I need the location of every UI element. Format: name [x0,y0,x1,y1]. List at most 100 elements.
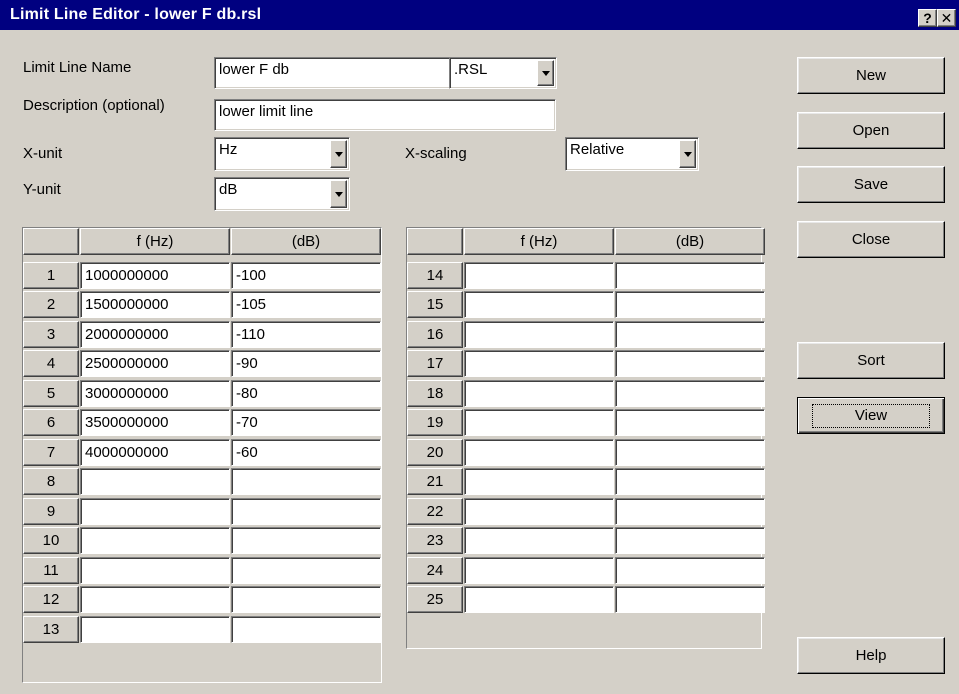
x-unit-select[interactable]: Hz [214,137,350,171]
close-icon[interactable]: ✕ [937,9,956,27]
frequency-cell[interactable] [464,557,614,584]
y-unit-select[interactable]: dB [214,177,350,211]
row-number[interactable]: 21 [407,468,463,495]
chevron-down-icon[interactable] [679,140,696,168]
db-cell[interactable] [615,262,765,289]
db-cell[interactable] [615,586,765,613]
frequency-cell[interactable] [464,321,614,348]
help-icon[interactable]: ? [918,9,937,27]
frequency-cell[interactable] [464,262,614,289]
frequency-cell[interactable]: 4000000000 [80,439,230,466]
frequency-cell[interactable] [464,527,614,554]
db-cell[interactable]: -70 [231,409,381,436]
chevron-down-icon[interactable] [330,180,347,208]
row-number[interactable]: 3 [23,321,79,348]
db-cell[interactable] [615,291,765,318]
frequency-cell[interactable] [80,557,230,584]
row-number[interactable]: 19 [407,409,463,436]
frequency-cell[interactable]: 1000000000 [80,262,230,289]
header-corner [23,228,79,255]
file-extension-select[interactable]: .RSL [449,57,557,89]
db-cell[interactable] [615,350,765,377]
sort-button[interactable]: Sort [797,342,945,379]
db-cell[interactable] [615,321,765,348]
db-cell[interactable] [231,468,381,495]
frequency-cell[interactable]: 2000000000 [80,321,230,348]
frequency-cell[interactable] [464,586,614,613]
frequency-cell[interactable] [464,468,614,495]
db-cell[interactable] [615,380,765,407]
title-bar[interactable]: Limit Line Editor - lower F db.rsl ? ✕ [0,0,959,30]
row-number[interactable]: 10 [23,527,79,554]
row-number[interactable]: 6 [23,409,79,436]
y-unit-label: Y-unit [23,181,61,198]
row-number[interactable]: 16 [407,321,463,348]
chevron-down-icon[interactable] [537,60,554,86]
db-cell[interactable] [615,527,765,554]
open-button[interactable]: Open [797,112,945,149]
limit-line-name-input[interactable]: lower F db [214,57,462,89]
frequency-cell[interactable] [80,468,230,495]
db-cell[interactable]: -110 [231,321,381,348]
db-cell[interactable] [231,498,381,525]
frequency-cell[interactable] [464,291,614,318]
db-cell[interactable] [615,498,765,525]
db-cell[interactable]: -90 [231,350,381,377]
view-button-label: View [811,404,931,428]
row-number[interactable]: 9 [23,498,79,525]
frequency-cell[interactable] [464,350,614,377]
row-number[interactable]: 1 [23,262,79,289]
row-number[interactable]: 23 [407,527,463,554]
frequency-cell[interactable]: 3000000000 [80,380,230,407]
frequency-cell[interactable] [80,586,230,613]
frequency-cell[interactable] [464,409,614,436]
row-number[interactable]: 13 [23,616,79,643]
frequency-cell[interactable] [464,439,614,466]
db-cell[interactable] [615,557,765,584]
row-number[interactable]: 17 [407,350,463,377]
db-cell[interactable] [231,557,381,584]
db-cell[interactable] [231,527,381,554]
row-number[interactable]: 12 [23,586,79,613]
row-number[interactable]: 15 [407,291,463,318]
row-number[interactable]: 25 [407,586,463,613]
row-number[interactable]: 24 [407,557,463,584]
db-cell[interactable]: -60 [231,439,381,466]
row-number[interactable]: 7 [23,439,79,466]
row-number[interactable]: 8 [23,468,79,495]
frequency-cell[interactable]: 3500000000 [80,409,230,436]
description-input[interactable]: lower limit line [214,99,556,131]
chevron-down-icon[interactable] [330,140,347,168]
db-cell[interactable]: -80 [231,380,381,407]
new-button[interactable]: New [797,57,945,94]
frequency-cell[interactable] [464,498,614,525]
frequency-cell[interactable]: 2500000000 [80,350,230,377]
db-cell[interactable] [615,409,765,436]
frequency-cell[interactable] [80,498,230,525]
help-button[interactable]: Help [797,637,945,674]
db-cell[interactable]: -100 [231,262,381,289]
row-number[interactable]: 14 [407,262,463,289]
row-number[interactable]: 11 [23,557,79,584]
save-button[interactable]: Save [797,166,945,203]
db-cell[interactable] [231,586,381,613]
row-number[interactable]: 5 [23,380,79,407]
row-number[interactable]: 18 [407,380,463,407]
x-scaling-label: X-scaling [405,145,467,162]
db-cell[interactable] [615,468,765,495]
frequency-cell[interactable] [80,527,230,554]
x-scaling-select[interactable]: Relative [565,137,699,171]
row-number[interactable]: 2 [23,291,79,318]
frequency-cell[interactable] [80,616,230,643]
row-number[interactable]: 20 [407,439,463,466]
db-cell[interactable] [615,439,765,466]
frequency-cell[interactable] [464,380,614,407]
db-cell[interactable]: -105 [231,291,381,318]
frequency-cell[interactable]: 1500000000 [80,291,230,318]
row-number[interactable]: 4 [23,350,79,377]
close-button[interactable]: Close [797,221,945,258]
header-db: (dB) [231,228,381,255]
db-cell[interactable] [231,616,381,643]
row-number[interactable]: 22 [407,498,463,525]
view-button[interactable]: View [797,397,945,434]
